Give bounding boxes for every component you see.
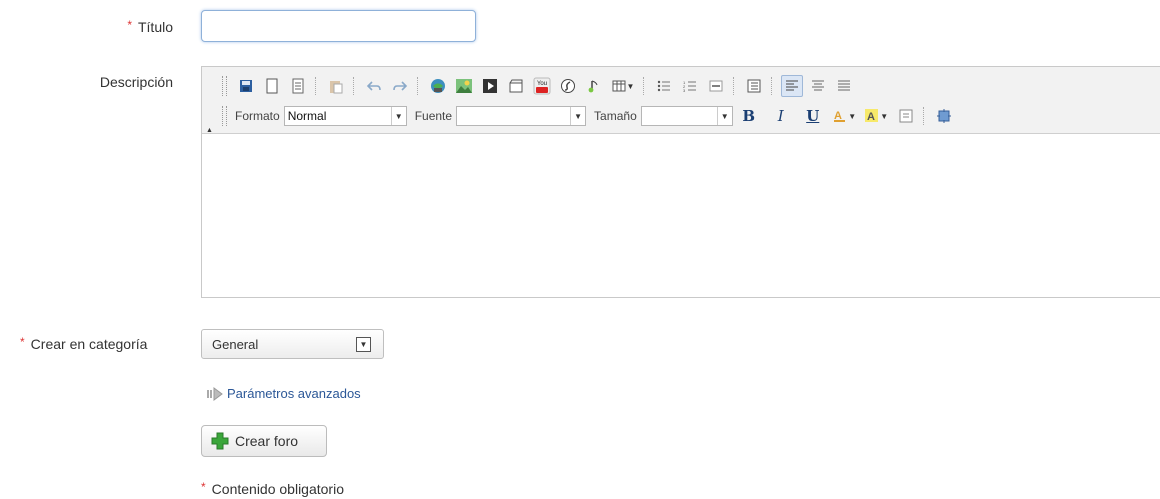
chevron-down-icon: ▼ [716,107,732,125]
titulo-input[interactable] [201,10,476,42]
horizontal-rule-icon[interactable] [705,75,727,97]
italic-button[interactable]: I [770,107,792,125]
audio-note-icon[interactable] [583,75,605,97]
format-label: Formato [235,109,280,123]
table-icon[interactable]: ▼ [609,75,637,97]
toolbar-separator [771,77,775,95]
video-icon[interactable] [479,75,501,97]
toolbar-separator [922,107,927,125]
chevron-down-icon: ▼ [570,107,585,125]
bold-button[interactable]: B [738,107,760,125]
text-color-icon[interactable]: A ▼ [831,105,859,127]
toolbar-grip [222,76,227,96]
size-select[interactable]: ▼ [640,106,733,126]
format-select-value: Normal [287,109,327,123]
editor-body[interactable] [202,134,1160,297]
redo-icon[interactable] [389,75,411,97]
toolbar-row-2: Formato Normal ▼ Fuente ▼ Tamaño ▼ B I U… [218,104,957,128]
required-marker: * [201,480,206,494]
chevron-down-icon: ▼ [356,336,371,352]
preview-icon[interactable] [287,75,309,97]
toolbar-row-1: You ▼ 123 [218,74,857,98]
maximize-icon[interactable] [933,105,955,127]
chevron-down-icon: ▼ [848,111,857,121]
chevron-down-icon: ▼ [626,81,635,91]
collapse-toolbar-icon[interactable]: ▲ [206,127,213,134]
descripcion-label: Descripción [99,74,173,90]
undo-icon[interactable] [363,75,385,97]
flash-icon[interactable] [557,75,579,97]
required-note-text: Contenido obligatorio [211,481,344,497]
blockquote-icon[interactable] [743,75,765,97]
link-globe-icon[interactable] [427,75,449,97]
format-select[interactable]: Normal ▼ [283,106,407,126]
required-marker: * [127,18,132,32]
expand-arrow-icon [207,386,223,401]
toolbar-separator [353,77,357,95]
editor-toolbar: You ▼ 123 Formato Normal ▼ Fuente ▼ Tama… [202,67,1160,134]
background-color-icon[interactable]: A ▼ [863,105,891,127]
size-label: Tamaño [594,109,637,123]
font-label: Fuente [414,109,453,123]
toolbar-separator [315,77,319,95]
svg-text:3: 3 [683,88,686,93]
titulo-label-row: * Título [100,18,173,35]
crear-foro-label: Crear foro [235,433,299,449]
crear-foro-button[interactable]: Crear foro [201,425,327,457]
advanced-params-label: Parámetros avanzados [227,386,361,401]
toolbar-separator [733,77,737,95]
toolbar-separator [417,77,421,95]
numbered-list-icon[interactable]: 123 [679,75,701,97]
youtube-icon-text: You [537,81,547,87]
chevron-down-icon: ▼ [390,107,406,125]
font-select[interactable]: ▼ [456,106,587,126]
required-note: * Contenido obligatorio [201,480,344,497]
new-page-icon[interactable] [261,75,283,97]
advanced-params-link[interactable]: Parámetros avanzados [207,386,361,401]
required-marker: * [20,335,25,349]
rich-text-editor: You ▼ 123 Formato Normal ▼ Fuente ▼ Tama… [201,66,1160,298]
align-justify-icon[interactable] [833,75,855,97]
remove-format-icon[interactable] [895,105,917,127]
underline-button[interactable]: U [802,107,824,125]
media-clapper-icon[interactable] [505,75,527,97]
save-icon[interactable] [235,75,257,97]
category-select[interactable]: General ▼ [201,329,384,359]
chevron-down-icon: ▼ [880,111,889,121]
align-left-icon[interactable] [781,75,803,97]
svg-text:A: A [867,111,875,123]
youtube-icon[interactable]: You [531,75,553,97]
align-center-icon[interactable] [807,75,829,97]
toolbar-separator [643,77,647,95]
categoria-label-row: * Crear en categoría [20,335,148,352]
add-plus-icon [211,432,229,450]
category-select-value: General [212,336,259,352]
image-icon[interactable] [453,75,475,97]
categoria-label: Crear en categoría [30,336,148,352]
titulo-label: Título [137,19,173,35]
bulleted-list-icon[interactable] [653,75,675,97]
toolbar-grip [222,106,227,126]
paste-icon[interactable] [325,75,347,97]
